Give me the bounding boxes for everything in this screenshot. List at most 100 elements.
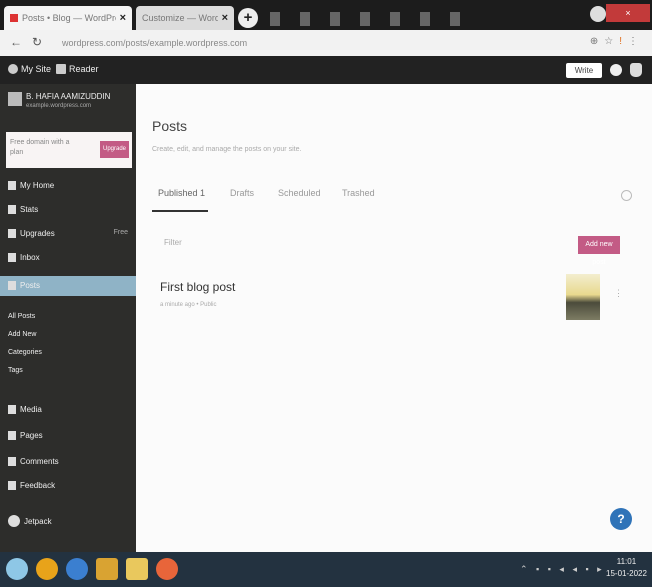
close-tab-icon[interactable]: ×: [222, 12, 228, 24]
admin-bar: My Site Reader Write: [0, 56, 652, 84]
post-status-tabs: Published 1 Drafts Scheduled Trashed: [152, 184, 642, 214]
reader-label: Reader: [69, 64, 99, 74]
upgrade-button[interactable]: Upgrade: [100, 141, 129, 158]
toolbar-icon: [420, 12, 430, 26]
back-icon[interactable]: ←: [10, 35, 22, 49]
add-new-post-button[interactable]: Add new post: [578, 236, 620, 266]
sidebar-item-comments[interactable]: Comments: [0, 452, 136, 472]
app-icon[interactable]: [96, 558, 118, 580]
feedback-icon: [8, 481, 16, 490]
tab-scheduled[interactable]: Scheduled: [278, 188, 321, 198]
sidebar-item-label: Upgrades: [20, 229, 55, 238]
sidebar-item-upgrades[interactable]: Upgrades Free: [0, 224, 136, 244]
avatar[interactable]: [610, 64, 622, 76]
sidebar-item-label: Jetpack: [24, 517, 52, 526]
toolbar-icon: [360, 12, 370, 26]
tab-title: Customize — WordPress.com: [142, 13, 218, 23]
sidebar-item-label: Comments: [20, 457, 59, 466]
clock[interactable]: 11:01 15-01-2022: [606, 556, 647, 580]
app-icon[interactable]: [36, 558, 58, 580]
extension-icons[interactable]: ⊕☆!⋮: [590, 36, 644, 47]
main-content: Posts Create, edit, and manage the posts…: [136, 84, 652, 552]
sidebar-item-label: Stats: [20, 205, 39, 214]
tab-published[interactable]: Published 1: [158, 188, 205, 198]
sidebar-item-stats[interactable]: Stats: [0, 200, 136, 220]
new-tab-button[interactable]: +: [238, 8, 258, 28]
pages-icon: [8, 431, 16, 440]
submenu-label: Tags: [8, 367, 23, 374]
site-address: example.wordpress.com: [26, 103, 92, 109]
sidebar-item-inbox[interactable]: Inbox: [0, 248, 136, 268]
help-button[interactable]: ?: [610, 508, 632, 530]
site-icon: [8, 92, 22, 106]
reload-icon[interactable]: ↻: [32, 35, 42, 49]
toolbar-icon: [300, 12, 310, 26]
ie-icon[interactable]: [66, 558, 88, 580]
notifications-icon[interactable]: [630, 63, 642, 77]
my-site-label: My Site: [21, 64, 52, 74]
submenu-add-new[interactable]: Add New: [0, 328, 136, 344]
clock-date: 15-01-2022: [606, 569, 647, 578]
tab-drafts[interactable]: Drafts: [230, 188, 254, 198]
sidebar: B. HAFIA AAMIZUDDIN example.wordpress.co…: [0, 84, 136, 552]
toolbar-icon: [270, 12, 280, 26]
page-title: Posts: [152, 118, 188, 134]
stats-icon: [8, 205, 16, 214]
submenu-label: Categories: [8, 349, 42, 356]
chrome-icon[interactable]: [156, 558, 178, 580]
profile-icon[interactable]: [590, 6, 606, 22]
my-site-link[interactable]: My Site: [8, 64, 51, 74]
tab-trashed[interactable]: Trashed: [342, 188, 375, 198]
filter-label[interactable]: Filter: [164, 238, 182, 247]
os-taskbar: ⌃ ▪ ▪ ◂ ◂ ▪ ▸ 11:01 15-01-2022: [0, 552, 652, 587]
sidebar-item-label: Media: [20, 405, 42, 414]
submenu-tags[interactable]: Tags: [0, 364, 136, 380]
jetpack-icon: [8, 515, 20, 527]
browser-tab-customize[interactable]: Customize — WordPress.com ×: [136, 6, 234, 30]
toolbar-icon: [330, 12, 340, 26]
close-tab-icon[interactable]: ×: [120, 12, 126, 24]
sidebar-item-jetpack[interactable]: Jetpack: [0, 512, 136, 532]
home-icon: [8, 181, 16, 190]
site-profile[interactable]: B. HAFIA AAMIZUDDIN example.wordpress.co…: [6, 88, 132, 126]
sidebar-item-pages[interactable]: Pages: [0, 426, 136, 446]
address-bar: ← ↻ wordpress.com/posts/example.wordpres…: [0, 30, 652, 57]
submenu-categories[interactable]: Categories: [0, 346, 136, 362]
media-icon: [8, 405, 16, 414]
post-title[interactable]: First blog post: [160, 280, 235, 294]
browser-tab-bar: Posts • Blog — WordPress.com × Customize…: [0, 0, 652, 30]
search-icon[interactable]: [621, 190, 632, 201]
sidebar-item-label: My Home: [20, 181, 55, 190]
upgrade-nudge: Free domain with a plan Upgrade: [6, 132, 132, 168]
reader-icon: [56, 64, 66, 74]
sidebar-item-label: Feedback: [20, 481, 56, 490]
window-close-button[interactable]: ×: [606, 4, 650, 22]
post-thumbnail: [566, 274, 600, 320]
toolbar-icon: [450, 12, 460, 26]
upgrades-icon: [8, 229, 16, 238]
toolbar-icon: [390, 12, 400, 26]
system-tray[interactable]: ⌃ ▪ ▪ ◂ ◂ ▪ ▸: [520, 564, 605, 575]
tab-title: Posts • Blog — WordPress.com: [22, 13, 116, 23]
favicon-icon: [10, 14, 18, 22]
sidebar-item-feedback[interactable]: Feedback: [0, 476, 136, 496]
sidebar-item-label: Inbox: [20, 253, 40, 262]
screen: Posts • Blog — WordPress.com × Customize…: [0, 0, 652, 587]
inbox-icon: [8, 253, 16, 262]
write-button[interactable]: Write: [566, 63, 602, 78]
url-field[interactable]: wordpress.com/posts/example.wordpress.co…: [62, 38, 247, 48]
reader-link[interactable]: Reader: [56, 64, 99, 74]
active-tab-indicator: [152, 210, 208, 212]
submenu-all-posts[interactable]: All Posts: [0, 310, 136, 326]
upgrade-text: Free domain with a plan: [10, 139, 70, 156]
sidebar-item-my-home[interactable]: My Home: [0, 176, 136, 196]
more-options-icon[interactable]: ⋮: [614, 288, 623, 299]
page-subtitle: Create, edit, and manage the posts on yo…: [152, 146, 302, 153]
browser-tab-posts[interactable]: Posts • Blog — WordPress.com ×: [4, 6, 132, 30]
sidebar-item-posts[interactable]: Posts: [0, 276, 136, 296]
sidebar-item-media[interactable]: Media: [0, 400, 136, 420]
folder-icon[interactable]: [126, 558, 148, 580]
sidebar-item-label: Pages: [20, 431, 43, 440]
start-button[interactable]: [6, 558, 28, 580]
wordpress-icon: [8, 64, 18, 74]
